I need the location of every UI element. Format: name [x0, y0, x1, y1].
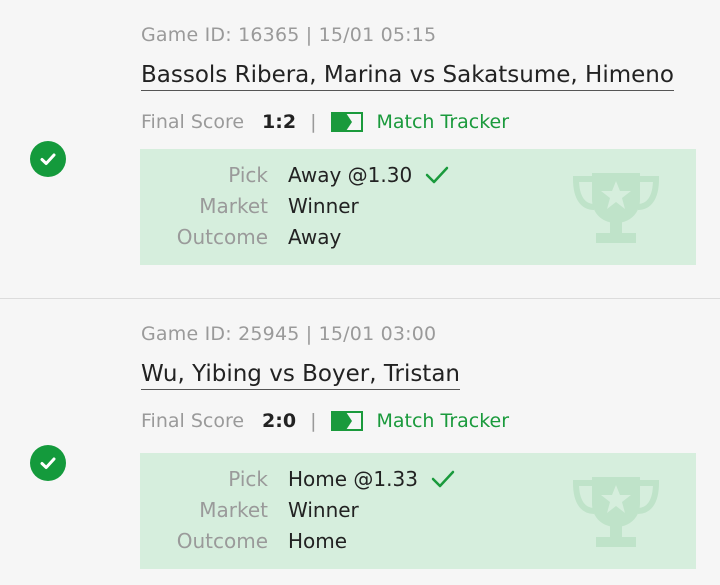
- check-icon: [425, 166, 449, 184]
- final-score-value: 2:0: [262, 410, 297, 432]
- separator: |: [310, 410, 317, 432]
- match-tracker-label: Match Tracker: [376, 410, 510, 432]
- match-tracker-link[interactable]: Match Tracker: [330, 410, 510, 432]
- outcome-value: Home: [288, 529, 348, 553]
- bet-card: Game ID: 25945 | 15/01 03:00 Wu, Yibing …: [0, 299, 720, 585]
- game-meta: Game ID: 16365 | 15/01 05:15: [141, 24, 437, 46]
- check-icon: [431, 470, 455, 488]
- market-row: Market Winner: [140, 498, 696, 528]
- separator: |: [310, 111, 317, 133]
- market-value: Winner: [288, 194, 359, 218]
- match-tracker-label: Match Tracker: [376, 111, 510, 133]
- bet-card: Game ID: 16365 | 15/01 05:15 Bassols Rib…: [0, 0, 720, 298]
- market-row: Market Winner: [140, 194, 696, 224]
- match-title-link[interactable]: Bassols Ribera, Marina vs Sakatsume, Him…: [141, 62, 674, 91]
- score-row: Final Score 2:0 | Match Tracker: [141, 410, 509, 432]
- pick-value: Home @1.33: [288, 467, 418, 491]
- market-value: Winner: [288, 498, 359, 522]
- outcome-row: Outcome Home: [140, 529, 696, 559]
- match-tracker-icon: [330, 411, 363, 431]
- game-meta: Game ID: 25945 | 15/01 03:00: [141, 323, 437, 345]
- outcome-label: Outcome: [176, 225, 268, 249]
- pick-value: Away @1.30: [288, 163, 413, 187]
- outcome-value: Away: [288, 225, 342, 249]
- pick-row: Pick Home @1.33: [140, 467, 696, 497]
- match-tracker-icon: [330, 112, 363, 132]
- pick-details: Pick Away @1.30 Market Winner Outcome Aw…: [140, 149, 696, 265]
- match-title-link[interactable]: Wu, Yibing vs Boyer, Tristan: [141, 361, 461, 390]
- outcome-label: Outcome: [176, 529, 268, 553]
- market-label: Market: [199, 498, 268, 522]
- market-label: Market: [199, 194, 268, 218]
- final-score-label: Final Score: [141, 111, 245, 133]
- final-score-value: 1:2: [262, 111, 297, 133]
- pick-details: Pick Home @1.33 Market Winner Outcome Ho…: [140, 453, 696, 569]
- match-tracker-link[interactable]: Match Tracker: [330, 111, 510, 133]
- pick-label: Pick: [228, 163, 268, 187]
- pick-label: Pick: [228, 467, 268, 491]
- pick-row: Pick Away @1.30: [140, 163, 696, 193]
- check-circle-icon: [30, 141, 66, 177]
- outcome-row: Outcome Away: [140, 225, 696, 255]
- check-circle-icon: [30, 445, 66, 481]
- final-score-label: Final Score: [141, 410, 245, 432]
- score-row: Final Score 1:2 | Match Tracker: [141, 111, 509, 133]
